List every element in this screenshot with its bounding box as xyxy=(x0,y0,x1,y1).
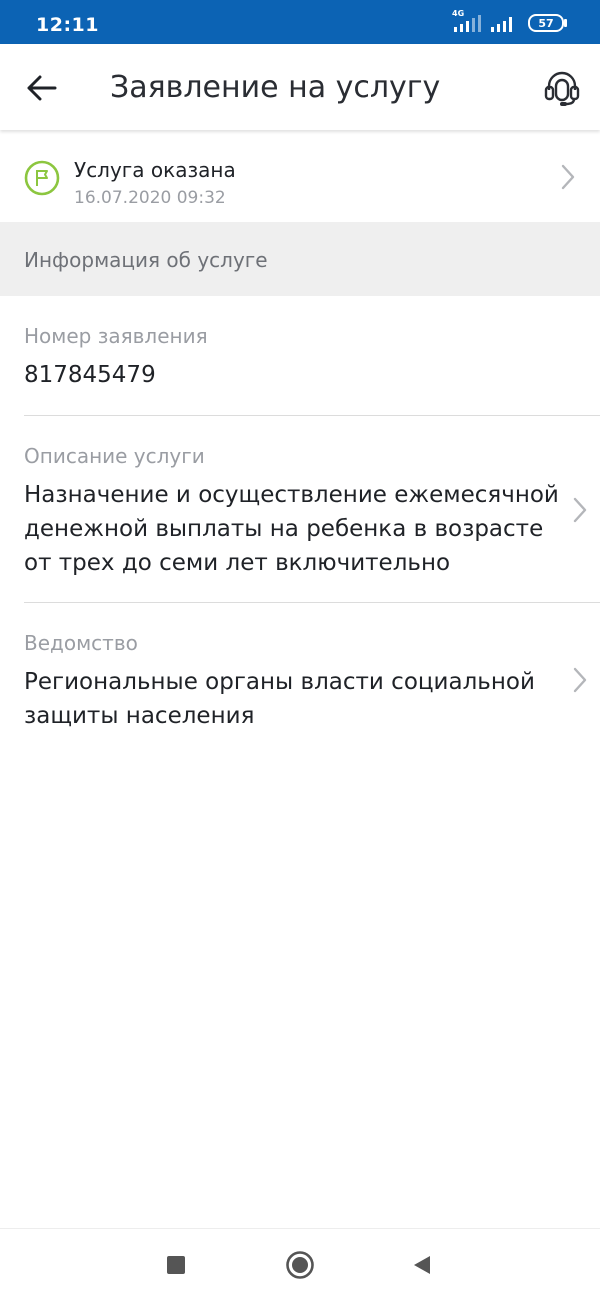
section-header: Информация об услуге xyxy=(0,222,600,296)
home-button[interactable] xyxy=(284,1249,316,1281)
service-description-line: денежной выплаты на ребенка в возрасте xyxy=(24,516,544,542)
recent-apps-button[interactable] xyxy=(160,1249,192,1281)
status-icons: 4G 57 xyxy=(452,9,567,33)
square-icon xyxy=(167,1256,185,1274)
circle-icon xyxy=(286,1251,314,1279)
signal-icon xyxy=(491,17,512,32)
department-line: Региональные органы власти социальной xyxy=(24,669,535,695)
application-number-label: Номер заявления xyxy=(24,324,208,348)
signal-4g-icon: 4G xyxy=(452,9,482,33)
system-nav-bar xyxy=(0,1228,600,1300)
service-description-line: от трех до семи лет включительно xyxy=(24,550,451,576)
service-status-date: 16.07.2020 09:32 xyxy=(74,188,226,208)
chevron-right-icon xyxy=(573,497,587,523)
service-description-label: Описание услуги xyxy=(24,444,205,468)
chevron-right-icon xyxy=(573,667,587,693)
headset-icon xyxy=(544,71,580,106)
app-bar: Заявление на услугу xyxy=(0,44,600,130)
status-bar: 12:11 4G 57 xyxy=(0,0,600,44)
divider xyxy=(24,415,600,416)
department-label: Ведомство xyxy=(24,631,138,655)
department-line: защиты населения xyxy=(24,703,255,729)
status-time: 12:11 xyxy=(36,14,99,36)
service-status-row[interactable]: Услуга оказана 16.07.2020 09:32 xyxy=(0,132,600,222)
battery-icon: 57 xyxy=(528,14,567,32)
back-button[interactable] xyxy=(22,68,62,108)
support-button[interactable] xyxy=(540,66,584,110)
triangle-back-icon xyxy=(414,1256,430,1274)
network-type-label: 4G xyxy=(452,9,465,18)
arrow-left-icon xyxy=(27,75,57,101)
flag-icon xyxy=(24,160,60,196)
back-nav-button[interactable] xyxy=(406,1249,438,1281)
divider xyxy=(24,602,600,603)
service-description-line: Назначение и осуществление ежемесячной xyxy=(24,482,559,508)
section-title: Информация об услуге xyxy=(24,248,268,272)
page-title: Заявление на услугу xyxy=(110,70,441,105)
service-status-title: Услуга оказана xyxy=(74,158,236,182)
application-number-value: 817845479 xyxy=(24,362,156,388)
chevron-right-icon xyxy=(561,164,575,190)
battery-level: 57 xyxy=(538,16,554,30)
